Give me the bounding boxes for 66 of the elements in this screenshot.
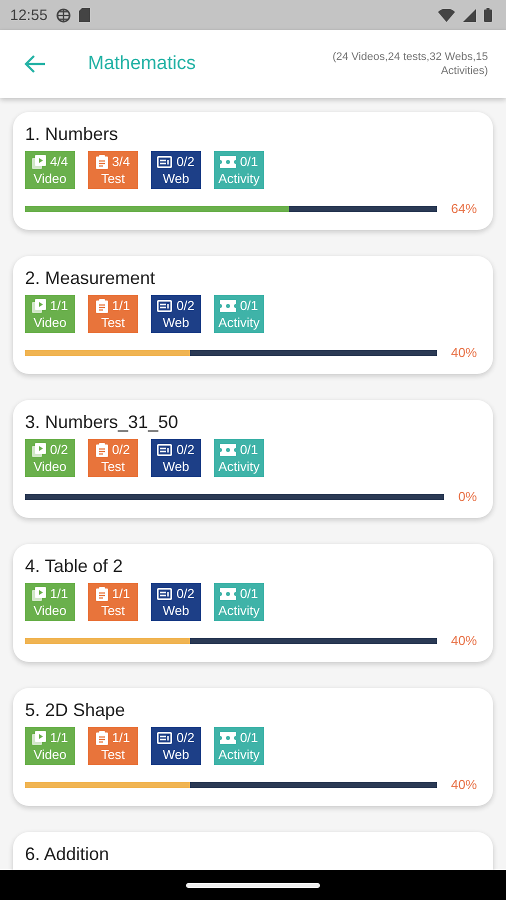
clipboard-icon	[96, 731, 108, 745]
card-icon	[157, 156, 172, 168]
topic-card[interactable]: 6. Addition	[13, 832, 493, 870]
ticket-icon	[220, 444, 236, 456]
card-icon	[157, 732, 172, 744]
wifi-icon	[438, 8, 455, 22]
video-tile[interactable]: 1/1 Video	[25, 295, 75, 333]
card-icon	[157, 300, 172, 312]
video-tile[interactable]: 1/1 Video	[25, 583, 75, 621]
globe-icon	[56, 8, 71, 22]
web-tile[interactable]: 0/2 Web	[151, 583, 201, 621]
topic-card[interactable]: 2. Measurement 1/1 Video 1/1 Test 0/2 Web 0/1 Activity 40%	[13, 256, 493, 374]
status-time: 12:55	[10, 6, 48, 24]
ticket-icon	[220, 732, 236, 744]
web-tile[interactable]: 0/2 Web	[151, 439, 201, 477]
video-icon	[32, 299, 46, 313]
activity-tile[interactable]: 0/1 Activity	[214, 583, 264, 621]
topic-title: 3. Numbers_31_50	[25, 412, 180, 433]
card-icon	[157, 588, 172, 600]
video-icon	[32, 155, 46, 169]
progress-percent: 40%	[450, 633, 477, 648]
test-tile[interactable]: 1/1 Test	[88, 295, 138, 333]
progress-percent: 64%	[450, 201, 477, 216]
video-tile[interactable]: 1/1 Video	[25, 727, 75, 765]
activity-tile[interactable]: 0/1 Activity	[214, 727, 264, 765]
ticket-icon	[220, 156, 236, 168]
activity-tile[interactable]: 0/1 Activity	[214, 439, 264, 477]
topic-title: 4. Table of 2	[25, 556, 124, 577]
video-icon	[32, 731, 46, 745]
signal-icon	[463, 8, 476, 22]
topic-card[interactable]: 4. Table of 2 1/1 Video 1/1 Test 0/2 Web 0/1 Activity 40%	[13, 544, 493, 662]
topic-title: 2. Measurement	[25, 268, 156, 289]
video-tile[interactable]: 4/4 Video	[25, 151, 75, 189]
clipboard-icon	[96, 587, 108, 601]
topic-card[interactable]: 1. Numbers 4/4 Video 3/4 Test 0/2 Web 0/1 Activity 64%	[13, 112, 493, 230]
clipboard-icon	[96, 155, 108, 169]
topic-title: 1. Numbers	[25, 124, 120, 145]
battery-icon	[484, 8, 492, 22]
progress-percent: 0%	[458, 489, 477, 504]
test-tile[interactable]: 0/2 Test	[88, 439, 138, 477]
activity-tile[interactable]: 0/1 Activity	[214, 295, 264, 333]
page-title: Mathematics	[88, 53, 196, 75]
web-tile[interactable]: 0/2 Web	[151, 151, 201, 189]
card-icon	[157, 444, 172, 456]
progress-percent: 40%	[450, 345, 477, 360]
test-tile[interactable]: 3/4 Test	[88, 151, 138, 189]
topic-card[interactable]: 3. Numbers_31_50 0/2 Video 0/2 Test 0/2 Web 0/1 Activity 0%	[13, 400, 493, 518]
video-icon	[32, 587, 46, 601]
test-tile[interactable]: 1/1 Test	[88, 583, 138, 621]
test-tile[interactable]: 1/1 Test	[88, 727, 138, 765]
topic-title: 6. Addition	[25, 844, 110, 865]
video-tile[interactable]: 0/2 Video	[25, 439, 75, 477]
home-handle[interactable]	[186, 882, 320, 888]
topic-title: 5. 2D Shape	[25, 700, 126, 721]
topic-card[interactable]: 5. 2D Shape 1/1 Video 1/1 Test 0/2 Web 0/1 Activity 40%	[13, 688, 493, 806]
web-tile[interactable]: 0/2 Web	[151, 727, 201, 765]
sd-card-icon	[78, 8, 90, 22]
progress-percent: 40%	[450, 777, 477, 792]
activity-tile[interactable]: 0/1 Activity	[214, 151, 264, 189]
content-summary: (24 Videos,24 tests,32 Webs,15 Activities)	[331, 50, 488, 78]
video-icon	[32, 443, 46, 457]
clipboard-icon	[96, 443, 108, 457]
ticket-icon	[220, 300, 236, 312]
clipboard-icon	[96, 299, 108, 313]
web-tile[interactable]: 0/2 Web	[151, 295, 201, 333]
ticket-icon	[220, 588, 236, 600]
